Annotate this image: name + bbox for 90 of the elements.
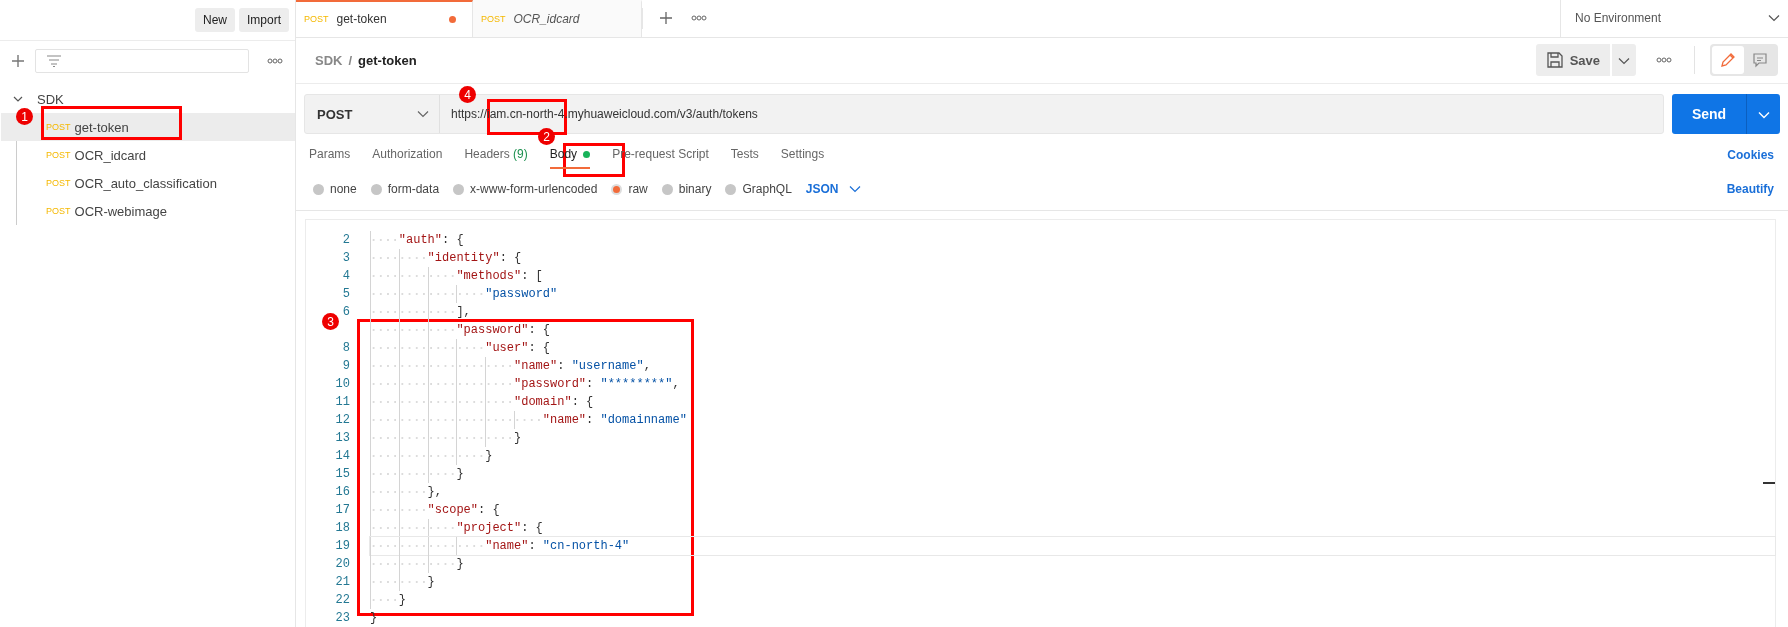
filter-icon[interactable]: [46, 55, 62, 67]
more-icon[interactable]: [1656, 57, 1672, 64]
save-icon: [1545, 51, 1564, 70]
code-line: }: [370, 555, 464, 573]
save-dropdown-button[interactable]: [1612, 44, 1636, 77]
step-marker: 1: [16, 108, 33, 125]
body-type-radio[interactable]: raw: [611, 182, 648, 197]
filter-field[interactable]: [35, 49, 249, 73]
plus-icon[interactable]: [11, 54, 25, 68]
line-number: 3: [341, 251, 350, 265]
request-section-tab[interactable]: Tests: [730, 141, 759, 170]
code-line: "domain": {: [370, 393, 594, 411]
code-line: }: [370, 609, 378, 627]
request-tab[interactable]: POST OCR_idcard: [473, 0, 642, 37]
code-line: }: [370, 591, 406, 609]
code-line: "project": {: [370, 519, 543, 537]
code-line: "name": "cn-north-4": [370, 537, 1775, 555]
request-section-tab[interactable]: Authorization: [372, 141, 443, 170]
line-number: 14: [334, 449, 350, 463]
line-number: 20: [334, 557, 350, 571]
pencil-icon: [1719, 51, 1737, 70]
line-number: 18: [334, 521, 350, 535]
code-line: }: [370, 465, 464, 483]
breadcrumb-link[interactable]: SDK: [315, 52, 343, 68]
code-line: ],: [370, 303, 471, 321]
code-line: }: [370, 573, 435, 591]
request-tab[interactable]: POST get-token: [296, 0, 473, 37]
code-line: "auth": {: [370, 231, 464, 249]
line-number: 5: [341, 287, 350, 301]
chevron-down-icon[interactable]: [1768, 14, 1780, 23]
code-line: "methods": [: [370, 267, 543, 285]
chevron-icon[interactable]: [13, 95, 23, 103]
more-icon[interactable]: [691, 15, 707, 22]
header-button[interactable]: New: [194, 8, 235, 32]
line-number: 8: [341, 341, 350, 355]
request-section-tab[interactable]: Settings: [780, 141, 825, 170]
line-number: 19: [334, 539, 350, 553]
code-line: "scope": {: [370, 501, 500, 519]
plus-icon[interactable]: [659, 11, 673, 26]
chevron-down-icon[interactable]: [848, 185, 861, 194]
chevron-down-icon[interactable]: [1618, 56, 1630, 65]
line-number: 16: [334, 485, 350, 499]
code-line: }: [370, 447, 493, 465]
send-button[interactable]: Send: [1672, 94, 1746, 135]
code-line: "user": {: [370, 339, 551, 357]
environment-select[interactable]: No Environment: [1560, 0, 1788, 37]
code-line: "password": [370, 285, 558, 303]
cookies-link[interactable]: Cookies: [1721, 147, 1780, 164]
request-title: get-token: [358, 52, 417, 68]
view-mode-button[interactable]: [1712, 46, 1744, 75]
body-type-radio[interactable]: none: [313, 182, 357, 197]
body-type-radio[interactable]: form-data: [370, 182, 440, 197]
line-number: 17: [334, 503, 350, 517]
line-number: 15: [334, 467, 350, 481]
body-type-radio[interactable]: GraphQL: [725, 182, 792, 197]
save-button[interactable]: Save: [1535, 44, 1610, 77]
line-number: 2: [341, 233, 350, 247]
request-section-tab[interactable]: Params: [309, 141, 351, 170]
body-type-radio[interactable]: binary: [661, 182, 712, 197]
code-line: }: [370, 429, 522, 447]
beautify-link[interactable]: Beautify: [1720, 181, 1780, 198]
code-line: "identity": {: [370, 249, 522, 267]
request-item[interactable]: POST OCR_auto_classification: [1, 169, 295, 197]
breadcrumb-separator: /: [348, 52, 353, 68]
line-number: 6: [341, 305, 350, 319]
code-line: "password": "********",: [370, 375, 680, 393]
line-number: 22: [334, 593, 350, 607]
code-line: },: [370, 483, 442, 501]
format-select[interactable]: JSON: [805, 182, 861, 197]
line-number: 10: [334, 377, 350, 391]
header-button[interactable]: Import: [239, 8, 289, 32]
comment-icon: [1751, 51, 1769, 70]
line-number: 4: [341, 269, 350, 283]
line-number: 13: [334, 431, 350, 445]
more-icon[interactable]: [267, 58, 283, 64]
code-line: "name": "domainname": [370, 411, 687, 429]
send-dropdown-button[interactable]: [1746, 94, 1780, 135]
line-number: 9: [341, 359, 350, 373]
body-type-radio[interactable]: x-www-form-urlencoded: [453, 182, 598, 197]
request-item[interactable]: POST OCR-webimage: [1, 197, 295, 225]
code-line: "password": {: [370, 321, 551, 339]
line-number: 11: [334, 395, 350, 409]
step-marker: 3: [322, 313, 339, 330]
line-number: 21: [334, 575, 350, 589]
request-item[interactable]: POST OCR_idcard: [1, 141, 295, 169]
code-line: "name": "username",: [370, 357, 651, 375]
line-number: 12: [334, 413, 350, 427]
collection-name[interactable]: SDK: [37, 91, 64, 107]
request-section-tab[interactable]: Headers (9): [464, 141, 528, 170]
line-number: 23: [334, 611, 350, 625]
